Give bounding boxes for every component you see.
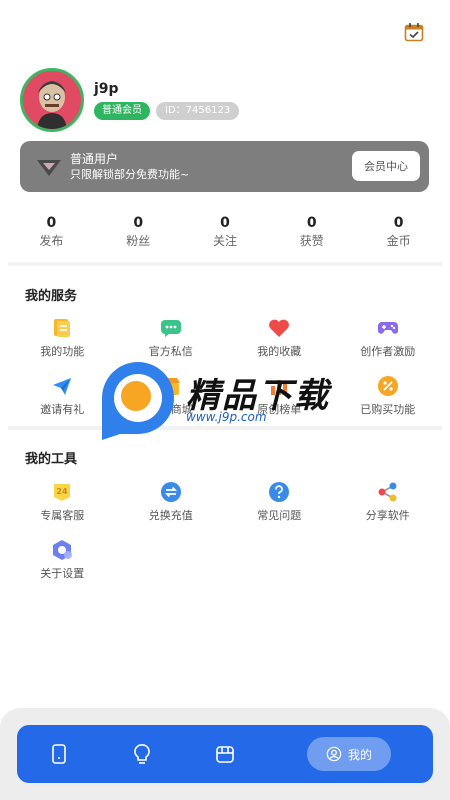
calendar-icon[interactable] (404, 22, 424, 42)
stat-label: 获赞 (299, 234, 324, 248)
member-center-button[interactable]: 会员中心 (352, 151, 420, 181)
service-label: 原创榜单 (257, 403, 302, 416)
discount-icon (377, 376, 398, 396)
svg-text:24: 24 (57, 487, 69, 496)
stat-label: 发布 (39, 234, 64, 248)
chat-icon (160, 320, 181, 337)
service-label: 我的功能 (40, 345, 85, 358)
vip-diamond-icon (37, 159, 61, 176)
service-creator-incentive[interactable]: 创作者激励 (334, 317, 443, 375)
ranking-icon (271, 380, 288, 395)
service-label: 官方私信 (148, 345, 193, 358)
service-ranking[interactable]: 原创榜单 (225, 375, 334, 433)
service-invite[interactable]: 邀请有礼 (8, 375, 117, 433)
bottom-nav: 我的 (17, 725, 433, 783)
vip-subtitle: 只限解锁部分免费功能~ (70, 168, 190, 181)
user-icon (326, 746, 342, 762)
user-id-badge: ID：7456123 (156, 101, 240, 120)
services-grid: 我的功能 官方私信 我的收藏 创作者激励 邀请有礼 我的商城 原创榜单 已购买功… (8, 317, 442, 433)
bottom-nav-container: 我的 (0, 708, 450, 800)
stat-value: 0 (220, 215, 230, 231)
tool-customer-service[interactable]: 24 专属客服 (8, 481, 117, 539)
tool-label: 常见问题 (257, 509, 302, 522)
tool-faq[interactable]: 常见问题 (225, 481, 334, 539)
stat-label: 关注 (212, 234, 237, 248)
service-label: 创作者激励 (360, 345, 416, 358)
24h-service-icon: 24 (54, 484, 71, 501)
tool-label: 分享软件 (365, 509, 410, 522)
shop-icon (161, 378, 180, 395)
tool-label: 兑换充值 (148, 509, 193, 522)
avatar[interactable] (20, 68, 84, 132)
vip-title: 普通用户 (70, 152, 119, 166)
tool-label: 专属客服 (40, 509, 85, 522)
member-badge: 普通会员 (94, 101, 150, 120)
stat-value: 0 (133, 215, 144, 231)
stat-coins[interactable]: 0 金币 (355, 214, 442, 250)
nav-tab-label: 我的 (347, 747, 372, 762)
share-icon (378, 482, 397, 502)
stat-value: 0 (46, 215, 57, 231)
paper-plane-icon (53, 378, 72, 395)
username: j9p (94, 80, 119, 97)
section-divider (8, 262, 442, 266)
stat-label: 粉丝 (126, 234, 151, 248)
document-icon (54, 319, 71, 337)
service-label: 我的收藏 (257, 345, 302, 358)
service-label: 我的商城 (148, 403, 193, 416)
stat-label: 金币 (386, 234, 411, 248)
heart-icon (269, 319, 290, 337)
gamepad-icon (377, 322, 398, 334)
service-shop[interactable]: 我的商城 (117, 375, 226, 433)
settings-icon (53, 540, 73, 560)
stat-fans[interactable]: 0 粉丝 (95, 214, 182, 250)
stat-likes[interactable]: 0 获赞 (268, 214, 355, 250)
tools-title: 我的工具 (25, 452, 78, 467)
exchange-icon (160, 482, 181, 502)
service-my-functions[interactable]: 我的功能 (8, 317, 117, 375)
bulb-icon[interactable] (130, 742, 154, 766)
service-label: 已购买功能 (360, 403, 416, 416)
tool-share[interactable]: 分享软件 (334, 481, 443, 539)
tool-settings[interactable]: 关于设置 (8, 539, 117, 597)
stat-value: 0 (306, 215, 317, 231)
question-icon (269, 482, 290, 502)
tools-grid: 24 专属客服 兑换充值 常见问题 分享软件 关于设置 (8, 481, 442, 597)
phone-icon[interactable] (47, 742, 71, 766)
stat-value: 0 (393, 215, 404, 231)
membership-card: 普通用户 只限解锁部分免费功能~ 会员中心 (20, 141, 429, 192)
stat-posts[interactable]: 0 发布 (8, 214, 95, 250)
section-divider (8, 426, 442, 430)
service-purchased[interactable]: 已购买功能 (334, 375, 443, 433)
tool-exchange-recharge[interactable]: 兑换充值 (117, 481, 226, 539)
service-official-messages[interactable]: 官方私信 (117, 317, 226, 375)
service-favorites[interactable]: 我的收藏 (225, 317, 334, 375)
service-label: 邀请有礼 (40, 403, 85, 416)
nav-tab-mine[interactable]: 我的 (307, 737, 391, 771)
stats-row: 0 发布 0 粉丝 0 关注 0 获赞 0 金币 (8, 214, 442, 250)
box-icon[interactable] (213, 742, 237, 766)
profile-header: j9p 普通会员 ID：7456123 (20, 68, 240, 132)
services-title: 我的服务 (25, 289, 78, 304)
tool-label: 关于设置 (40, 567, 85, 580)
stat-following[interactable]: 0 关注 (182, 214, 269, 250)
